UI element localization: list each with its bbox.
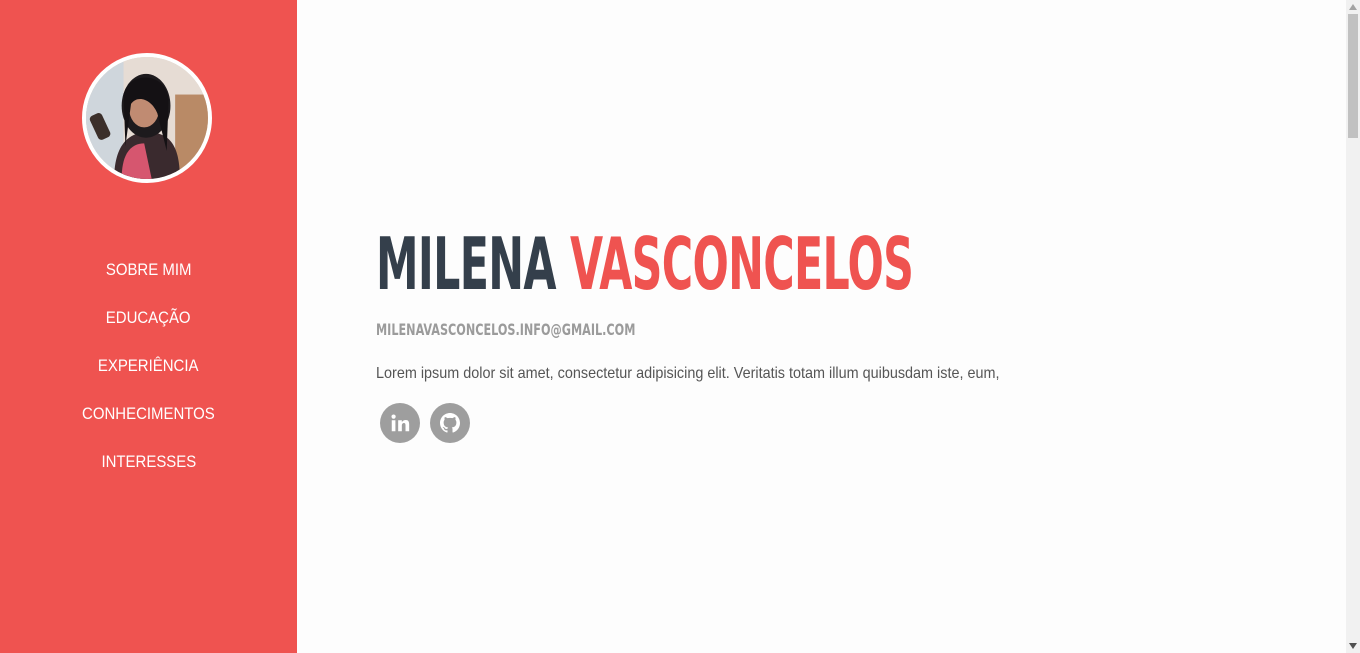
scroll-up-icon[interactable] (1346, 0, 1360, 14)
nav-item-experiencia: EXPERIÊNCIA (0, 342, 297, 390)
nav-link-educacao[interactable]: EDUCAÇÃO (106, 308, 191, 328)
nav-item-educacao: EDUCAÇÃO (0, 294, 297, 342)
profile-photo (86, 57, 208, 179)
nav-link-interesses[interactable]: INTERESSES (101, 452, 196, 472)
bio-text: Lorem ipsum dolor sit amet, consectetur … (376, 365, 1000, 382)
sidebar: SOBRE MIM EDUCAÇÃO EXPERIÊNCIA CONHECIME… (0, 0, 297, 653)
github-button[interactable] (430, 403, 470, 443)
scrollbar-thumb[interactable] (1348, 14, 1358, 138)
scroll-down-icon[interactable] (1346, 639, 1360, 653)
profile-avatar (82, 53, 212, 183)
main-content: MILENA VASCONCELOS MILENAVASCONCELOS.INF… (298, 0, 1346, 653)
social-links (380, 403, 470, 443)
page-scrollbar[interactable] (1346, 0, 1360, 653)
linkedin-button[interactable] (380, 403, 420, 443)
github-icon (440, 413, 460, 433)
nav-link-sobre-mim[interactable]: SOBRE MIM (106, 260, 192, 280)
nav-item-interesses: INTERESSES (0, 438, 297, 486)
email-address[interactable]: MILENAVASCONCELOS.INFO@GMAIL.COM (376, 320, 635, 339)
last-name: VASCONCELOS (570, 222, 914, 306)
nav-link-experiencia[interactable]: EXPERIÊNCIA (98, 356, 199, 376)
sidebar-nav: SOBRE MIM EDUCAÇÃO EXPERIÊNCIA CONHECIME… (0, 246, 297, 486)
page-title: MILENA VASCONCELOS (376, 228, 914, 300)
nav-item-sobre-mim: SOBRE MIM (0, 246, 297, 294)
nav-link-conhecimentos[interactable]: CONHECIMENTOS (82, 404, 215, 424)
linkedin-icon (391, 414, 410, 432)
first-name: MILENA (376, 222, 556, 306)
nav-item-conhecimentos: CONHECIMENTOS (0, 390, 297, 438)
